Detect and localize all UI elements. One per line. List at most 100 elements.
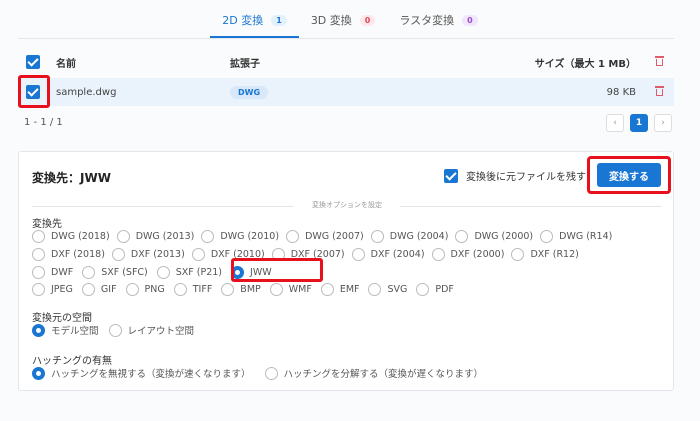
radio-selected[interactable] (32, 323, 45, 337)
keep-original-option[interactable]: 変換後に元ファイルを残す (444, 168, 586, 183)
radio[interactable] (32, 230, 45, 243)
radio[interactable] (82, 266, 96, 279)
radio[interactable] (320, 283, 334, 296)
hatch-option-label: ハッチングを分解する（変換が遅くなります） (283, 369, 484, 380)
radio[interactable] (116, 230, 130, 243)
panel-title: 変換先：JWW (32, 171, 111, 185)
tab-count-badge: 1 (271, 14, 287, 26)
format-option[interactable]: DWG (2007) (286, 230, 364, 243)
format-option[interactable]: GIF (81, 283, 117, 296)
format-option[interactable]: DXF (R12) (511, 248, 579, 261)
options-divider: 変換オプションを設定 (32, 200, 662, 212)
format-option[interactable]: PDF (416, 283, 454, 296)
format-option[interactable]: BMP (221, 283, 261, 296)
format-option[interactable]: DWG (2013) (116, 230, 195, 243)
format-option[interactable]: EMF (320, 283, 360, 296)
radio[interactable] (416, 283, 430, 296)
format-option[interactable]: DXF (2000) (431, 248, 505, 261)
space-option-layout[interactable]: レイアウト空間 (108, 323, 194, 337)
format-label: DWF (51, 267, 74, 278)
highlight-box-convert (587, 156, 671, 194)
tab-raster[interactable]: ラスタ変換 0 (387, 12, 489, 38)
format-label: DWG (2013) (135, 231, 195, 242)
page-button[interactable]: 1 (630, 114, 648, 132)
radio[interactable] (368, 283, 382, 296)
radio[interactable] (156, 266, 170, 279)
select-all-checkbox[interactable] (26, 55, 40, 69)
format-label: PNG (144, 284, 165, 295)
radio[interactable] (108, 323, 122, 337)
target-format-row: DWG (2018) DWG (2013) DWG (2010) DWG (20… (32, 230, 612, 243)
format-label: GIF (100, 284, 117, 295)
hatch-option-ignore[interactable]: ハッチングを無視する（変換が速くなります） (32, 366, 251, 380)
radio[interactable] (125, 283, 139, 296)
format-option[interactable]: JPEG (32, 283, 73, 296)
format-option[interactable]: SXF (SFC) (82, 266, 148, 279)
radio-selected[interactable] (32, 366, 45, 380)
format-label: DWG (2010) (220, 231, 280, 242)
format-option[interactable]: DWG (2018) (32, 230, 110, 243)
format-option[interactable]: DWF (32, 266, 73, 279)
format-option[interactable]: WMF (269, 283, 312, 296)
table-row: sample.dwg DWG 98 KB (18, 78, 674, 106)
delete-all-button[interactable] (655, 56, 664, 67)
radio[interactable] (351, 248, 365, 261)
radio[interactable] (370, 230, 384, 243)
radio[interactable] (431, 248, 445, 261)
format-label: EMF (339, 284, 360, 295)
column-header-name: 名前 (56, 58, 76, 70)
trash-icon (655, 56, 664, 67)
target-format-label: 変換先 (32, 219, 62, 230)
space-label: モデル空間 (51, 326, 99, 337)
format-option[interactable]: DWG (2004) (370, 230, 448, 243)
radio[interactable] (540, 230, 554, 243)
radio[interactable] (264, 366, 278, 380)
format-label: DXF (2004) (370, 249, 425, 260)
radio[interactable] (32, 248, 45, 261)
format-label: DXF (2000) (450, 249, 505, 260)
format-option[interactable]: DXF (2018) (32, 248, 105, 261)
file-ext-cell: DWG (230, 85, 269, 99)
radio[interactable] (269, 283, 283, 296)
radio[interactable] (32, 283, 45, 296)
highlight-box-jww (231, 258, 323, 282)
tab-2d[interactable]: 2D 変換 1 (210, 12, 299, 38)
radio[interactable] (81, 283, 95, 296)
hatch-option-explode[interactable]: ハッチングを分解する（変換が遅くなります） (264, 366, 484, 380)
format-option[interactable]: DXF (2013) (111, 248, 185, 261)
radio[interactable] (286, 230, 300, 243)
tab-3d[interactable]: 3D 変換 0 (299, 12, 388, 38)
delete-row-button[interactable] (655, 86, 664, 97)
format-option[interactable]: DWG (R14) (540, 230, 612, 243)
format-label: DXF (R12) (530, 249, 579, 260)
radio[interactable] (111, 248, 125, 261)
keep-original-label: 変換後に元ファイルを残す (466, 172, 586, 183)
format-option[interactable]: DXF (2004) (351, 248, 425, 261)
format-option[interactable]: SXF (P21) (156, 266, 223, 279)
prev-page-button[interactable]: ‹ (606, 114, 624, 132)
radio[interactable] (511, 248, 525, 261)
keep-original-checkbox[interactable] (444, 168, 458, 183)
radio[interactable] (201, 230, 215, 243)
highlight-box-checkbox (18, 75, 50, 108)
format-option[interactable]: PNG (125, 283, 165, 296)
format-option[interactable]: SVG (368, 283, 407, 296)
space-option-model[interactable]: モデル空間 (32, 323, 99, 337)
radio[interactable] (221, 283, 235, 296)
column-header-size: サイズ（最大 1 MB） (534, 58, 636, 70)
format-option[interactable]: DWG (2010) (201, 230, 279, 243)
radio[interactable] (32, 266, 45, 279)
format-option[interactable]: TIFF (173, 283, 213, 296)
radio[interactable] (191, 248, 205, 261)
format-label: TIFF (192, 284, 213, 295)
tab-count-badge: 0 (359, 14, 376, 26)
radio[interactable] (173, 283, 187, 296)
file-name: sample.dwg (56, 86, 117, 98)
pagination-info: 1 - 1 / 1 (24, 117, 63, 128)
format-label: SXF (P21) (175, 267, 223, 278)
format-option[interactable]: DWG (2000) (455, 230, 533, 243)
radio[interactable] (455, 230, 469, 243)
options-divider-label: 変換オプションを設定 (312, 201, 382, 209)
format-label: DWG (R14) (559, 231, 613, 242)
next-page-button[interactable]: › (654, 114, 672, 132)
